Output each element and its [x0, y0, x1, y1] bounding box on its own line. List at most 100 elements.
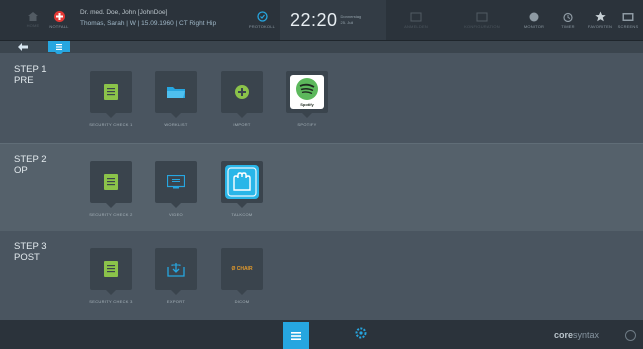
app-tile	[155, 161, 197, 208]
app-security-check-1[interactable]: SECURITY CHECK 1	[81, 71, 141, 127]
brand-prefix: core	[554, 330, 574, 340]
timer-icon	[563, 12, 573, 22]
home-icon	[28, 12, 38, 21]
app-export[interactable]: EXPORT	[146, 248, 206, 304]
back-button[interactable]	[18, 43, 28, 53]
step-post-section: STEP 3 POST SECURITY CHECK 3 EXPORT Ø CH…	[0, 231, 643, 320]
bottom-menu-button[interactable]	[283, 322, 309, 349]
monitor-button[interactable]: MONITOR	[520, 0, 548, 40]
clock-weekday: Donnerstag	[340, 14, 362, 19]
step-title: STEP 3 POST	[14, 241, 47, 263]
patient-line: Thomas, Sarah | W | 15.09.1960 | CT Righ…	[80, 20, 217, 27]
step-number: STEP 3	[14, 241, 47, 252]
app-label: TALKCOM	[231, 212, 253, 217]
app-video[interactable]: VIDEO	[146, 161, 206, 217]
timer-button[interactable]: TIMER	[554, 0, 582, 40]
menu-tab[interactable]	[48, 41, 70, 56]
anmelden-button[interactable]: ANMELDEN	[392, 0, 440, 40]
app-import[interactable]: IMPORT	[212, 71, 272, 127]
app-spotify[interactable]: Spotify SPOTIFY	[277, 71, 337, 127]
step-title: STEP 2 OP	[14, 154, 47, 176]
monitor-icon	[529, 12, 539, 21]
step-number: STEP 1	[14, 64, 47, 75]
app-dicom[interactable]: Ø CHAIR DICOM	[212, 248, 272, 304]
patient-info[interactable]: Dr. med. Doe, John [JohnDoe] Thomas, Sar…	[80, 7, 216, 29]
app-label: SPOTIFY	[297, 122, 317, 127]
app-label: WORKLIST	[164, 122, 188, 127]
power-icon[interactable]	[625, 330, 636, 341]
export-icon	[167, 262, 185, 277]
step-phase: POST	[14, 252, 40, 263]
app-security-check-3[interactable]: SECURITY CHECK 3	[81, 248, 141, 304]
brand-suffix: syntax	[573, 330, 600, 340]
coresyntax-logo: coresyntax	[554, 330, 599, 340]
clock-date: Donnerstag 25. Juli	[341, 14, 362, 26]
menu-icon	[291, 331, 301, 340]
app-label: VIDEO	[169, 212, 183, 217]
app-tile	[90, 71, 132, 118]
step-phase: PRE	[14, 75, 34, 86]
clock-day: 25. Juli	[340, 20, 354, 25]
favorites-label: FAVORITEN	[587, 24, 613, 29]
konfiguration-button[interactable]: KONFIGURATION	[455, 0, 509, 40]
timer-label: TIMER	[561, 23, 575, 29]
app-label: IMPORT	[233, 122, 251, 127]
step-pre-section: STEP 1 PRE SECURITY CHECK 1 WORKLIST IMP…	[0, 54, 643, 143]
arrow-left-icon	[18, 43, 28, 51]
protocol-button[interactable]: PROTOKOLL	[245, 0, 279, 40]
folder-icon	[167, 87, 185, 98]
step-op-section: STEP 2 OP SECURITY CHECK 2 VIDEO TALKCOM	[0, 143, 643, 233]
bottom-bar	[0, 320, 643, 349]
checklist-icon	[104, 261, 118, 277]
spotify-wordmark: Spotify	[300, 102, 314, 107]
checklist-icon	[104, 174, 118, 190]
app-tile	[90, 248, 132, 295]
home-label: HOME	[26, 23, 40, 28]
app-tile	[155, 71, 197, 118]
menu-icon	[56, 43, 62, 50]
dicom-chair-logo: Ø CHAIR	[231, 266, 253, 272]
gear-icon	[355, 327, 367, 339]
config-icon	[476, 12, 488, 21]
tab-strip	[0, 41, 643, 53]
app-label: EXPORT	[166, 299, 186, 304]
screens-button[interactable]: SCREENS	[614, 0, 642, 40]
video-monitor-icon	[167, 175, 185, 189]
app-tile	[221, 161, 263, 208]
app-label: SECURITY CHECK 1	[89, 122, 133, 127]
login-icon	[410, 12, 422, 21]
app-talkcom[interactable]: TALKCOM	[212, 161, 272, 217]
plus-circle-icon	[235, 85, 249, 99]
clock: 22:20	[290, 9, 338, 30]
clock-check-icon	[256, 11, 268, 22]
clock-panel: 22:20 Donnerstag 25. Juli	[280, 0, 386, 40]
notfall-button[interactable]: NOTFALL	[44, 0, 74, 40]
star-icon	[594, 11, 606, 22]
app-tile	[155, 248, 197, 295]
app-tile: Ø CHAIR	[221, 248, 263, 295]
app-tile	[221, 71, 263, 118]
monitor-label: MONITOR	[523, 23, 545, 29]
step-phase: OP	[14, 165, 28, 176]
app-security-check-2[interactable]: SECURITY CHECK 2	[81, 161, 141, 217]
settings-button[interactable]	[355, 326, 367, 344]
step-title: STEP 1 PRE	[14, 64, 47, 86]
checklist-icon	[104, 84, 118, 100]
notfall-label: NOTFALL	[49, 24, 69, 29]
step-number: STEP 2	[14, 154, 47, 165]
protocol-label: PROTOKOLL	[248, 24, 276, 29]
app-tile: Spotify	[286, 71, 328, 118]
app-label: DICOM	[234, 299, 250, 304]
emergency-icon	[53, 11, 65, 22]
app-tile	[90, 161, 132, 208]
talkcom-hands-icon	[225, 165, 259, 199]
user-line: Dr. med. Doe, John [JohnDoe]	[80, 9, 168, 16]
konfiguration-label: KONFIGURATION	[464, 23, 500, 29]
screens-label: SCREENS	[617, 23, 639, 29]
app-worklist[interactable]: WORKLIST	[146, 71, 206, 127]
screens-icon	[622, 12, 634, 21]
favorites-button[interactable]: FAVORITEN	[586, 0, 614, 40]
top-bar: HOME NOTFALL Dr. med. Doe, John [JohnDoe…	[0, 0, 643, 41]
app-label: SECURITY CHECK 3	[89, 299, 133, 304]
anmelden-label: ANMELDEN	[404, 23, 428, 29]
